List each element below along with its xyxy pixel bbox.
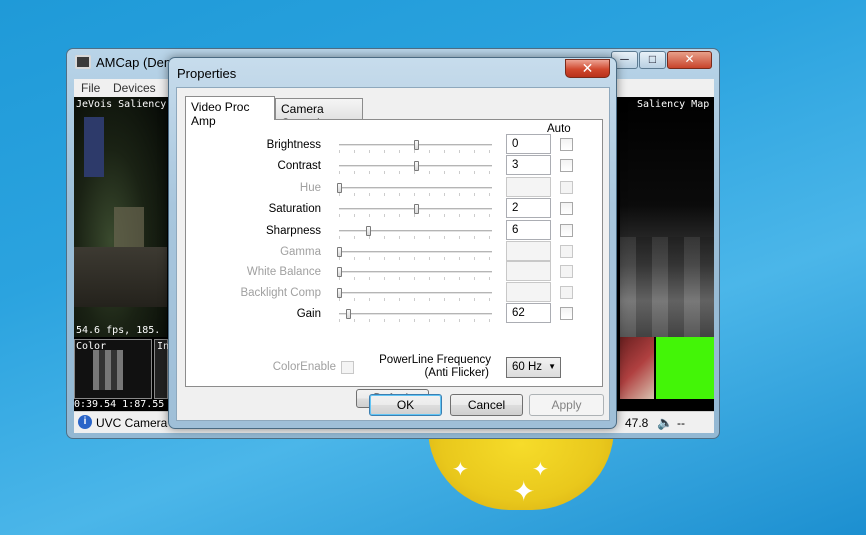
dialog-close-button[interactable]: ✕ (565, 59, 610, 78)
property-value-field (506, 261, 551, 281)
powerline-label: PowerLine Frequency (Anti Flicker) (366, 354, 491, 380)
video-proc-amp-panel: Auto Brightness 0 Contrast 3 Hue Saturation 2 S… (185, 119, 603, 408)
slider-ticks (339, 150, 492, 153)
slider-thumb[interactable] (346, 309, 352, 319)
slider-ticks (339, 193, 492, 196)
speaker-icon: 🔈 (657, 415, 674, 430)
slider-thumb[interactable] (366, 226, 372, 236)
property-label: Gamma (280, 246, 321, 258)
color-label: Color (76, 341, 107, 352)
saliency-map-caption: Saliency Map (637, 99, 710, 110)
powerline-label-line1: PowerLine Frequency (379, 354, 491, 366)
speaker-value: -- (677, 416, 685, 430)
green-patch (656, 337, 714, 399)
menu-devices[interactable]: Devices (113, 81, 156, 95)
slider-thumb (337, 183, 342, 193)
menu-file[interactable]: File (81, 81, 100, 95)
property-label: Gain (296, 308, 321, 320)
property-label: Contrast (277, 160, 321, 172)
property-slider (337, 183, 492, 193)
fps-readout: 54.6 fps, 185. (76, 325, 161, 336)
property-label: White Balance (246, 266, 321, 278)
map-blocks (93, 350, 123, 390)
ok-button[interactable]: OK (369, 394, 442, 416)
dialog-title: Properties (177, 66, 237, 81)
app-icon (75, 55, 91, 69)
property-label: Hue (299, 182, 321, 194)
slider-thumb[interactable] (413, 204, 419, 214)
color-enable-checkbox[interactable] (341, 361, 354, 374)
powerline-frequency-select[interactable]: 60 Hz ▼ (506, 357, 561, 378)
slider-thumb[interactable] (413, 161, 419, 171)
auto-checkbox (560, 181, 573, 194)
slider-ticks (339, 277, 492, 280)
sparkle-icon: ✦ (512, 476, 536, 507)
auto-checkbox[interactable] (560, 138, 573, 151)
property-slider[interactable] (339, 204, 492, 214)
slider-ticks (339, 319, 492, 322)
property-value-field[interactable]: 2 (506, 198, 551, 218)
property-slider (337, 288, 492, 298)
property-value-field[interactable]: 62 (506, 303, 551, 323)
timestamp-readout: 0:39.54 1:87.55 (74, 399, 165, 410)
dialog-body: Video Proc Amp Camera Control Auto Brigh… (176, 87, 610, 421)
auto-checkbox[interactable] (560, 202, 573, 215)
auto-checkbox (560, 286, 573, 299)
property-value-field (506, 282, 551, 302)
slider-ticks (339, 236, 492, 239)
property-label: Sharpness (266, 225, 321, 237)
property-value-field[interactable]: 3 (506, 155, 551, 175)
scene-object (74, 247, 167, 307)
info-icon: i (78, 415, 92, 429)
property-slider[interactable] (339, 140, 492, 150)
powerline-value: 60 Hz (512, 361, 543, 373)
properties-dialog: Properties ✕ Video Proc Amp Camera Contr… (168, 57, 617, 429)
slider-thumb (337, 247, 342, 257)
chevron-down-icon: ▼ (548, 362, 556, 371)
slider-ticks (339, 214, 492, 217)
property-slider (337, 267, 492, 277)
property-value-field (506, 241, 551, 261)
saliency-caption: JeVois Saliency (76, 99, 167, 110)
tab-camera-control[interactable]: Camera Control (275, 98, 363, 130)
property-slider[interactable] (339, 309, 492, 319)
property-label: Brightness (266, 139, 321, 151)
camera-name: UVC Camera (96, 416, 168, 430)
tab-video-proc-amp[interactable]: Video Proc Amp (185, 96, 275, 128)
slider-thumb[interactable] (413, 140, 419, 150)
status-value: 47.8 (625, 416, 649, 430)
slider-thumb (337, 267, 342, 277)
property-label: Saturation (268, 203, 321, 215)
powerline-label-line2: (Anti Flicker) (424, 367, 489, 379)
property-value-field[interactable]: 0 (506, 134, 551, 154)
sparkle-icon: ✦ (452, 459, 469, 481)
saliency-map-view (620, 97, 714, 337)
auto-checkbox (560, 245, 573, 258)
scene-thumbnail (620, 337, 654, 399)
slider-thumb (337, 288, 342, 298)
slider-ticks (339, 171, 492, 174)
auto-checkbox[interactable] (560, 224, 573, 237)
auto-checkbox[interactable] (560, 307, 573, 320)
apply-button[interactable]: Apply (529, 394, 604, 416)
scene-object (84, 117, 104, 177)
auto-checkbox (560, 265, 573, 278)
color-enable-label: ColorEnable (272, 361, 336, 373)
property-label: Backlight Comp (240, 287, 321, 299)
property-slider (337, 247, 492, 257)
property-slider[interactable] (339, 226, 492, 236)
cancel-button[interactable]: Cancel (450, 394, 523, 416)
map-blocks (620, 237, 714, 337)
property-slider[interactable] (339, 161, 492, 171)
slider-ticks (339, 298, 492, 301)
auto-checkbox[interactable] (560, 159, 573, 172)
property-value-field (506, 177, 551, 197)
slider-ticks (339, 257, 492, 260)
camera-view (74, 97, 167, 337)
maximize-button[interactable]: □ (639, 51, 666, 69)
close-button[interactable]: ✕ (667, 51, 712, 69)
property-value-field[interactable]: 6 (506, 220, 551, 240)
